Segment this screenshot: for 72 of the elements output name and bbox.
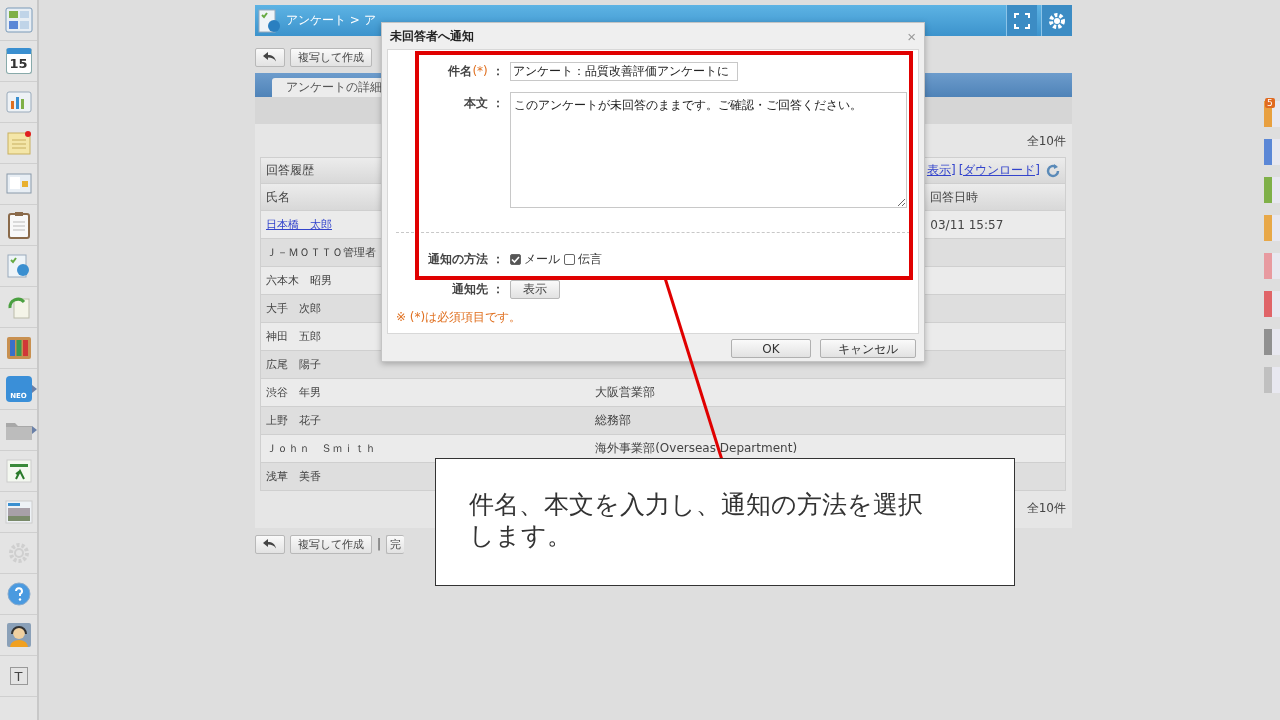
ok-button[interactable]: OK xyxy=(731,339,811,358)
photo-icon[interactable] xyxy=(4,499,33,525)
cancel-button[interactable]: キャンセル xyxy=(820,339,916,358)
table-cell: 渋谷 年男 xyxy=(266,385,321,400)
count-badge: 5 xyxy=(1265,98,1275,108)
board-icon[interactable] xyxy=(5,171,32,197)
table-cell: 広尾 陽子 xyxy=(266,357,321,372)
checkbox-label: 伝言 xyxy=(578,251,602,268)
text-icon[interactable]: T xyxy=(9,667,28,685)
back-button[interactable] xyxy=(255,47,285,67)
refresh-icon[interactable] xyxy=(1045,162,1061,179)
table-cell: 六本木 昭男 xyxy=(266,273,332,288)
history-link[interactable]: [ダウンロード] xyxy=(958,162,1040,179)
history-title: 回答履歴 xyxy=(265,162,314,179)
table-cell: 大手 次郎 xyxy=(266,301,321,316)
separator: | xyxy=(377,537,382,551)
method-label: 通知の方法 ： xyxy=(426,251,505,268)
callout-text: 件名、本文を入力し、通知の方法を選択します。 xyxy=(469,489,924,551)
complete-button[interactable]: 完 xyxy=(386,534,405,554)
recipient-label: 通知先 ： xyxy=(450,281,505,298)
binders-icon[interactable] xyxy=(5,335,32,361)
table-cell: 総務部 xyxy=(595,412,632,429)
copy-create-button[interactable]: 複写して作成 xyxy=(290,47,372,67)
show-button[interactable]: 表示 xyxy=(510,280,560,299)
table-cell: 浅草 美香 xyxy=(266,469,321,484)
survey-icon xyxy=(258,8,282,33)
header-title: アンケート > ア xyxy=(286,12,377,29)
survey-icon[interactable] xyxy=(5,253,32,279)
subject-field[interactable]: アンケート：品質改善評価アンケートに xyxy=(510,62,738,81)
name-link[interactable]: 日本橋 太郎 xyxy=(266,217,332,232)
dashboard-icon[interactable] xyxy=(4,7,33,33)
body-label: 本文 ： xyxy=(462,95,505,112)
settings-button[interactable] xyxy=(1041,5,1072,36)
back-arrow-icon xyxy=(263,539,277,549)
table-cell: 海外事業部(Overseas Department) xyxy=(595,440,798,457)
body-field[interactable]: このアンケートが未回答のままです。ご確認・ご回答ください。 xyxy=(510,92,907,208)
dialog-title: 未回答者へ通知 xyxy=(390,27,474,45)
total-count: 全10件 xyxy=(1026,133,1066,150)
side-tab[interactable] xyxy=(1264,215,1280,241)
expand-button[interactable] xyxy=(1006,5,1037,36)
checkbox[interactable] xyxy=(510,254,521,265)
side-tab[interactable] xyxy=(1264,329,1280,355)
expand-icon xyxy=(1014,12,1030,29)
side-tab[interactable] xyxy=(1264,177,1280,203)
runner-icon[interactable] xyxy=(5,459,32,483)
required-note: ※ (*)は必須項目です。 xyxy=(396,309,523,326)
table-cell: 神田 五郎 xyxy=(266,329,321,344)
table-cell: 大阪営業部 xyxy=(595,384,656,401)
table-cell: Ｊｏｈｎ Ｓｍｉｔｈ xyxy=(266,441,376,456)
column-header: 氏名 xyxy=(266,188,290,206)
copy-create-button[interactable]: 複写して作成 xyxy=(290,534,372,554)
history-link[interactable]: 表示] xyxy=(926,162,956,179)
clipboard-icon[interactable] xyxy=(5,211,32,239)
back-button[interactable] xyxy=(255,534,285,554)
checkbox[interactable] xyxy=(564,254,575,265)
calendar-icon[interactable]: 15 xyxy=(5,48,32,74)
column-header: 回答日時 xyxy=(930,188,979,206)
help-icon[interactable] xyxy=(6,582,31,606)
table-cell: Ｊ－ＭＯＴＴＯ管理者 xyxy=(266,245,376,260)
memo-icon[interactable] xyxy=(5,130,32,156)
table-cell: 上野 花子 xyxy=(266,413,321,428)
subject-label: 件名(*) ： xyxy=(447,63,505,80)
side-tab[interactable] xyxy=(1264,253,1280,279)
total-count: 全10件 xyxy=(1026,500,1066,517)
back-arrow-icon xyxy=(263,52,277,62)
gear-icon xyxy=(1048,11,1066,30)
checkbox-label: メール xyxy=(524,251,560,268)
side-tab[interactable] xyxy=(1264,291,1280,317)
side-tab[interactable] xyxy=(1264,139,1280,165)
chart-icon[interactable] xyxy=(4,89,33,115)
support-icon[interactable] xyxy=(5,622,32,648)
table-cell: 03/11 15:57 xyxy=(930,217,1004,232)
